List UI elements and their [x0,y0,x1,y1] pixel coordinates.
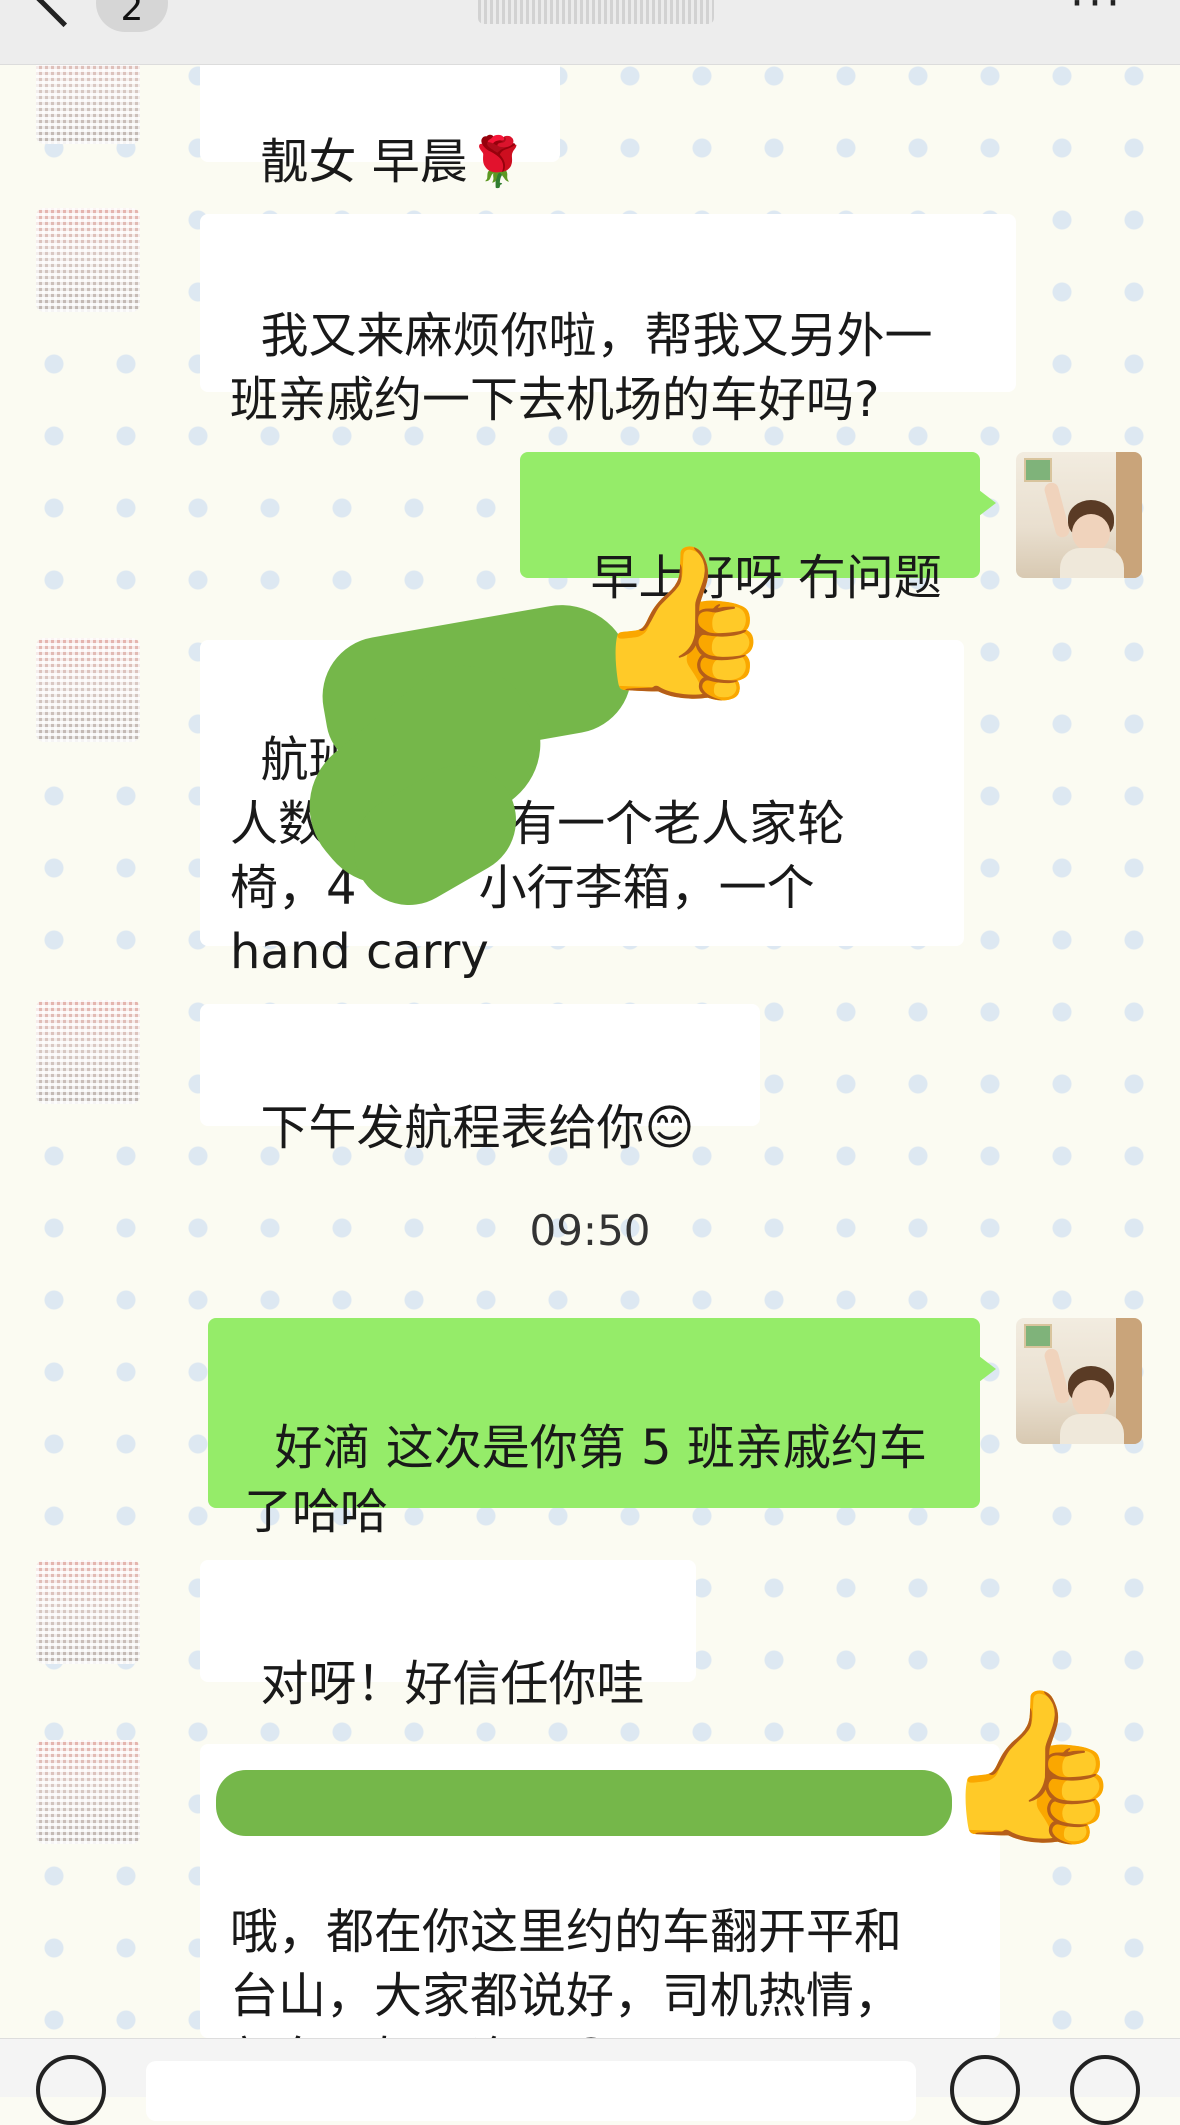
back-arrow-icon[interactable] [35,0,92,28]
unread-count-badge: 2 [96,0,168,32]
contact-avatar[interactable] [36,1740,140,1844]
contact-avatar[interactable] [36,1560,140,1664]
message-bubble-received[interactable]: 下午发航程表给你😊 [200,1004,760,1156]
message-bubble-received[interactable]: 我又来麻烦你啦，帮我又另外一 班亲戚约一下去机场的车好吗? [200,214,1016,428]
message-bubble-received[interactable]: 靓女 早晨🌹 [200,50,560,190]
more-options-icon[interactable]: ··· [1070,0,1124,26]
message-text: 靓女 早晨🌹 [260,134,528,190]
contact-avatar[interactable] [36,1000,140,1104]
thumbs-up-sticker-icon: 👍 [590,536,775,708]
my-avatar[interactable] [1016,1318,1142,1444]
plus-icon[interactable] [1070,2055,1140,2125]
timestamp: 09:50 [529,1206,651,1255]
message-input[interactable] [146,2061,916,2121]
input-bar [0,2038,1180,2125]
message-bubble-received[interactable]: 对呀！好信任你哇 [200,1560,696,1712]
my-avatar[interactable] [1016,452,1142,578]
contact-avatar[interactable] [36,208,140,312]
redaction-mark [216,1770,952,1836]
emoji-icon[interactable] [950,2055,1020,2125]
message-text: 我又来麻烦你啦，帮我又另外一 班亲戚约一下去机场的车好吗? [230,308,933,428]
voice-icon[interactable] [36,2055,106,2125]
chat-header: 2 ··· [0,0,1180,65]
message-bubble-sent[interactable]: 好滴 这次是你第 5 班亲戚约车 了哈哈 [208,1318,996,1540]
chat-title-redacted [478,0,714,24]
thumbs-up-sticker-icon: 👍 [940,1680,1125,1852]
contact-avatar[interactable] [36,638,140,742]
message-text: 对呀！好信任你哇 [260,1656,645,1712]
message-text: 下午发航程表给你😊 [260,1100,695,1156]
